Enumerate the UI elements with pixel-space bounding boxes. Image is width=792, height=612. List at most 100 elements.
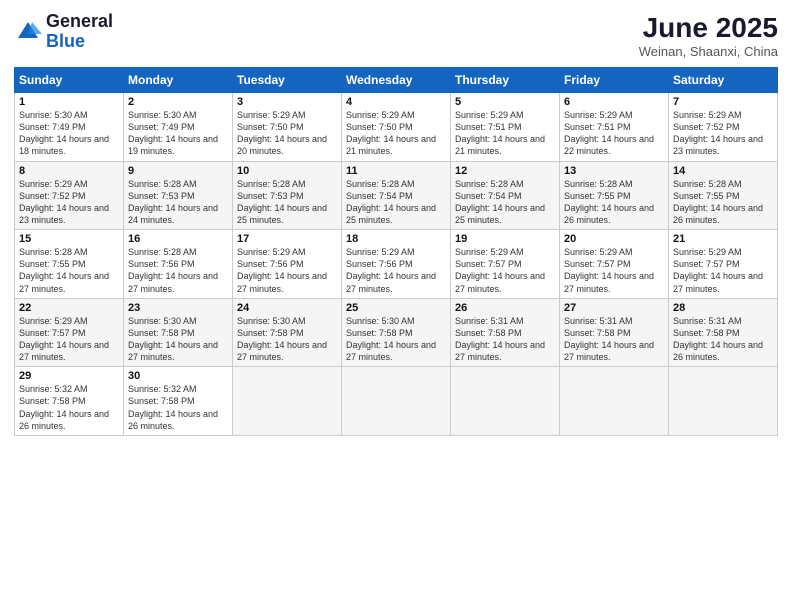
day-number: 26 [455,302,555,314]
day-number: 4 [346,96,446,108]
header: General Blue June 2025 Weinan, Shaanxi, … [14,12,778,59]
calendar-cell: 5 Sunrise: 5:29 AMSunset: 7:51 PMDayligh… [451,93,560,162]
day-info: Sunrise: 5:29 AMSunset: 7:52 PMDaylight:… [673,109,773,158]
calendar-cell: 1 Sunrise: 5:30 AMSunset: 7:49 PMDayligh… [15,93,124,162]
calendar-week-3: 22 Sunrise: 5:29 AMSunset: 7:57 PMDaylig… [15,298,778,367]
day-info: Sunrise: 5:29 AMSunset: 7:51 PMDaylight:… [455,109,555,158]
calendar-cell: 11 Sunrise: 5:28 AMSunset: 7:54 PMDaylig… [342,161,451,230]
day-info: Sunrise: 5:31 AMSunset: 7:58 PMDaylight:… [455,315,555,364]
calendar-cell: 26 Sunrise: 5:31 AMSunset: 7:58 PMDaylig… [451,298,560,367]
col-friday: Friday [560,68,669,93]
logo-general: General [46,12,113,32]
day-number: 14 [673,165,773,177]
calendar-cell: 3 Sunrise: 5:29 AMSunset: 7:50 PMDayligh… [233,93,342,162]
calendar-week-2: 15 Sunrise: 5:28 AMSunset: 7:55 PMDaylig… [15,230,778,299]
day-info: Sunrise: 5:28 AMSunset: 7:55 PMDaylight:… [673,178,773,227]
calendar-cell: 17 Sunrise: 5:29 AMSunset: 7:56 PMDaylig… [233,230,342,299]
day-info: Sunrise: 5:30 AMSunset: 7:49 PMDaylight:… [19,109,119,158]
day-number: 18 [346,233,446,245]
day-number: 23 [128,302,228,314]
calendar-cell: 15 Sunrise: 5:28 AMSunset: 7:55 PMDaylig… [15,230,124,299]
day-info: Sunrise: 5:29 AMSunset: 7:51 PMDaylight:… [564,109,664,158]
logo: General Blue [14,12,113,52]
calendar-cell: 21 Sunrise: 5:29 AMSunset: 7:57 PMDaylig… [669,230,778,299]
calendar-cell: 14 Sunrise: 5:28 AMSunset: 7:55 PMDaylig… [669,161,778,230]
day-info: Sunrise: 5:30 AMSunset: 7:58 PMDaylight:… [346,315,446,364]
calendar-cell: 8 Sunrise: 5:29 AMSunset: 7:52 PMDayligh… [15,161,124,230]
calendar-cell: 2 Sunrise: 5:30 AMSunset: 7:49 PMDayligh… [124,93,233,162]
day-info: Sunrise: 5:32 AMSunset: 7:58 PMDaylight:… [19,383,119,432]
day-number: 25 [346,302,446,314]
day-info: Sunrise: 5:29 AMSunset: 7:57 PMDaylight:… [19,315,119,364]
day-number: 7 [673,96,773,108]
day-info: Sunrise: 5:30 AMSunset: 7:58 PMDaylight:… [237,315,337,364]
day-info: Sunrise: 5:28 AMSunset: 7:53 PMDaylight:… [237,178,337,227]
day-number: 27 [564,302,664,314]
calendar-week-0: 1 Sunrise: 5:30 AMSunset: 7:49 PMDayligh… [15,93,778,162]
calendar-cell: 12 Sunrise: 5:28 AMSunset: 7:54 PMDaylig… [451,161,560,230]
day-info: Sunrise: 5:28 AMSunset: 7:55 PMDaylight:… [564,178,664,227]
main-title: June 2025 [639,12,778,44]
calendar-cell: 23 Sunrise: 5:30 AMSunset: 7:58 PMDaylig… [124,298,233,367]
day-number: 30 [128,370,228,382]
calendar-header-row: Sunday Monday Tuesday Wednesday Thursday… [15,68,778,93]
day-number: 29 [19,370,119,382]
day-info: Sunrise: 5:28 AMSunset: 7:56 PMDaylight:… [128,246,228,295]
calendar-cell: 4 Sunrise: 5:29 AMSunset: 7:50 PMDayligh… [342,93,451,162]
day-info: Sunrise: 5:30 AMSunset: 7:58 PMDaylight:… [128,315,228,364]
col-monday: Monday [124,68,233,93]
calendar-body: 1 Sunrise: 5:30 AMSunset: 7:49 PMDayligh… [15,93,778,436]
calendar-week-4: 29 Sunrise: 5:32 AMSunset: 7:58 PMDaylig… [15,367,778,436]
day-number: 17 [237,233,337,245]
calendar-cell: 18 Sunrise: 5:29 AMSunset: 7:56 PMDaylig… [342,230,451,299]
day-info: Sunrise: 5:29 AMSunset: 7:52 PMDaylight:… [19,178,119,227]
day-info: Sunrise: 5:31 AMSunset: 7:58 PMDaylight:… [673,315,773,364]
calendar-cell: 30 Sunrise: 5:32 AMSunset: 7:58 PMDaylig… [124,367,233,436]
day-number: 20 [564,233,664,245]
day-info: Sunrise: 5:28 AMSunset: 7:54 PMDaylight:… [455,178,555,227]
day-info: Sunrise: 5:29 AMSunset: 7:57 PMDaylight:… [455,246,555,295]
day-number: 8 [19,165,119,177]
day-info: Sunrise: 5:28 AMSunset: 7:53 PMDaylight:… [128,178,228,227]
calendar-cell [342,367,451,436]
day-info: Sunrise: 5:30 AMSunset: 7:49 PMDaylight:… [128,109,228,158]
calendar-cell [669,367,778,436]
calendar-cell [451,367,560,436]
day-number: 13 [564,165,664,177]
col-saturday: Saturday [669,68,778,93]
day-info: Sunrise: 5:28 AMSunset: 7:55 PMDaylight:… [19,246,119,295]
col-tuesday: Tuesday [233,68,342,93]
calendar: Sunday Monday Tuesday Wednesday Thursday… [14,67,778,436]
day-info: Sunrise: 5:28 AMSunset: 7:54 PMDaylight:… [346,178,446,227]
calendar-cell: 7 Sunrise: 5:29 AMSunset: 7:52 PMDayligh… [669,93,778,162]
calendar-cell: 9 Sunrise: 5:28 AMSunset: 7:53 PMDayligh… [124,161,233,230]
calendar-cell [233,367,342,436]
calendar-cell: 24 Sunrise: 5:30 AMSunset: 7:58 PMDaylig… [233,298,342,367]
calendar-week-1: 8 Sunrise: 5:29 AMSunset: 7:52 PMDayligh… [15,161,778,230]
day-number: 16 [128,233,228,245]
day-info: Sunrise: 5:29 AMSunset: 7:56 PMDaylight:… [237,246,337,295]
day-number: 1 [19,96,119,108]
calendar-cell: 27 Sunrise: 5:31 AMSunset: 7:58 PMDaylig… [560,298,669,367]
day-number: 11 [346,165,446,177]
calendar-cell [560,367,669,436]
day-number: 15 [19,233,119,245]
col-sunday: Sunday [15,68,124,93]
calendar-cell: 10 Sunrise: 5:28 AMSunset: 7:53 PMDaylig… [233,161,342,230]
logo-icon [14,18,42,46]
day-number: 5 [455,96,555,108]
logo-text: General Blue [46,12,113,52]
day-number: 12 [455,165,555,177]
day-info: Sunrise: 5:29 AMSunset: 7:57 PMDaylight:… [673,246,773,295]
calendar-cell: 13 Sunrise: 5:28 AMSunset: 7:55 PMDaylig… [560,161,669,230]
col-thursday: Thursday [451,68,560,93]
day-info: Sunrise: 5:32 AMSunset: 7:58 PMDaylight:… [128,383,228,432]
calendar-cell: 22 Sunrise: 5:29 AMSunset: 7:57 PMDaylig… [15,298,124,367]
day-info: Sunrise: 5:29 AMSunset: 7:57 PMDaylight:… [564,246,664,295]
day-number: 10 [237,165,337,177]
day-number: 6 [564,96,664,108]
calendar-cell: 6 Sunrise: 5:29 AMSunset: 7:51 PMDayligh… [560,93,669,162]
day-number: 28 [673,302,773,314]
col-wednesday: Wednesday [342,68,451,93]
day-info: Sunrise: 5:29 AMSunset: 7:50 PMDaylight:… [237,109,337,158]
